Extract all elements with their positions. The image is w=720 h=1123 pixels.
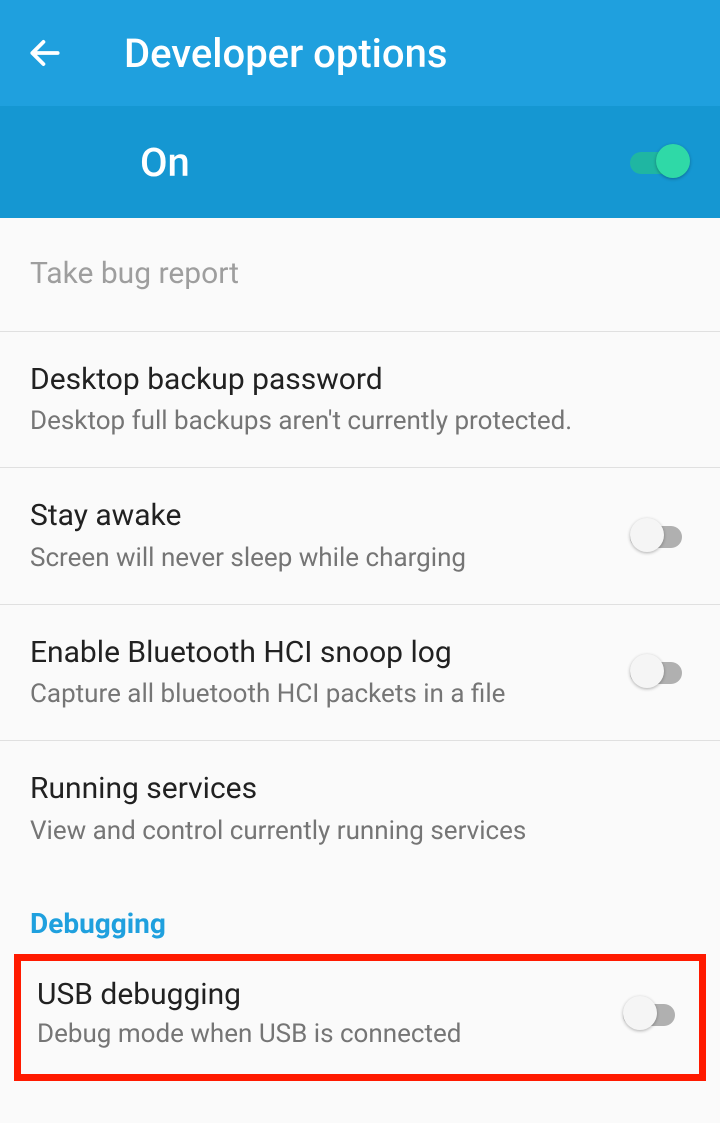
master-toggle-label: On bbox=[140, 139, 630, 186]
item-subtitle: Screen will never sleep while charging bbox=[30, 541, 630, 576]
item-take-bug-report[interactable]: Take bug report bbox=[0, 218, 720, 332]
page-title: Developer options bbox=[124, 30, 447, 77]
item-running-services[interactable]: Running services View and control curren… bbox=[0, 741, 720, 877]
item-bluetooth-hci-snoop-log[interactable]: Enable Bluetooth HCI snoop log Capture a… bbox=[0, 605, 720, 742]
item-stay-awake[interactable]: Stay awake Screen will never sleep while… bbox=[0, 468, 720, 605]
section-header-debugging: Debugging bbox=[0, 877, 720, 954]
item-desktop-backup-password[interactable]: Desktop backup password Desktop full bac… bbox=[0, 332, 720, 469]
appbar: Developer options bbox=[0, 0, 720, 106]
item-subtitle: View and control currently running servi… bbox=[30, 814, 690, 849]
item-title: Enable Bluetooth HCI snoop log bbox=[30, 633, 630, 674]
bluetooth-hci-toggle[interactable] bbox=[630, 654, 690, 690]
usb-debugging-toggle[interactable] bbox=[623, 996, 683, 1032]
item-title: Take bug report bbox=[30, 254, 690, 295]
item-usb-debugging[interactable]: USB debugging Debug mode when USB is con… bbox=[14, 954, 706, 1082]
item-title: USB debugging bbox=[37, 975, 623, 1016]
item-subtitle: Debug mode when USB is connected bbox=[37, 1017, 623, 1052]
back-icon[interactable] bbox=[20, 28, 70, 78]
item-title: Running services bbox=[30, 769, 690, 810]
item-title: Desktop backup password bbox=[30, 360, 690, 401]
master-toggle[interactable] bbox=[630, 144, 690, 180]
item-subtitle: Capture all bluetooth HCI packets in a f… bbox=[30, 677, 630, 712]
settings-list: Take bug report Desktop backup password … bbox=[0, 218, 720, 1081]
master-toggle-row[interactable]: On bbox=[0, 106, 720, 218]
stay-awake-toggle[interactable] bbox=[630, 518, 690, 554]
item-title: Stay awake bbox=[30, 496, 630, 537]
item-subtitle: Desktop full backups aren't currently pr… bbox=[30, 404, 690, 439]
